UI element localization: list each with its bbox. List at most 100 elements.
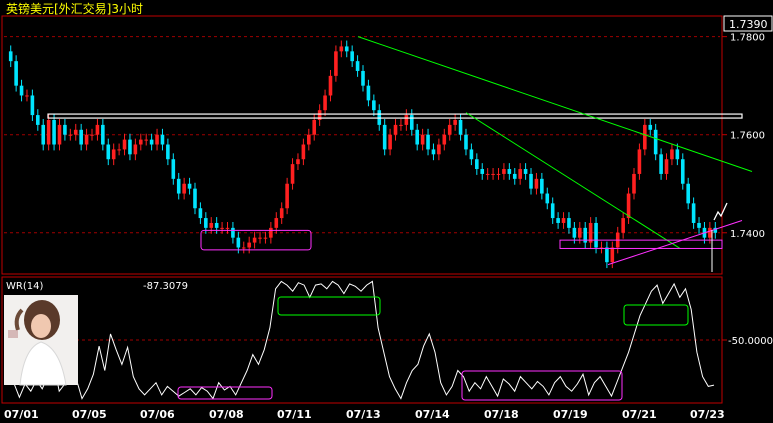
candle-body [496,173,501,175]
chart-title: 英镑美元[外汇交易]3小时 [6,1,143,16]
candle-body [334,51,338,76]
candle-body [231,227,235,238]
candle-body [68,134,73,136]
candle-body [144,139,149,141]
candle-body [366,85,371,101]
candle-body [382,124,387,150]
candle-body [128,139,132,155]
date-tick-label: 07/21 [622,408,657,421]
candle-body [431,149,436,155]
date-tick-label: 07/14 [415,408,450,421]
current-price-label: 1.7390 [729,18,768,31]
candle-body [480,169,485,174]
candle-body [63,124,67,135]
candle-body [420,134,425,145]
candle-body [14,61,18,86]
candle-body [518,169,522,179]
candle-body [540,178,544,194]
candle-body [577,227,582,238]
candle-body [475,159,479,170]
candle-body [209,222,214,228]
candle-body [323,95,327,111]
candle-body [296,159,300,165]
price-tick-label: 1.7800 [730,33,765,44]
candle-body [344,46,349,52]
indicator-value: -87.3079 [143,281,188,292]
candle-body [561,218,566,223]
candle-body [523,169,528,174]
date-tick-label: 07/18 [484,408,519,421]
candle-body [594,222,598,248]
candle-body [485,173,490,175]
candle-body [653,129,658,155]
candle-body [279,208,284,219]
candle-body [84,134,89,145]
candle-body [149,139,154,145]
candle-body [339,46,344,52]
candle-body [399,124,403,126]
date-tick-label: 07/05 [72,408,107,421]
candle-body [187,183,192,189]
candle-body [680,159,685,184]
indicator-axis: -50.0000 [722,336,773,347]
candle-body [464,134,468,150]
candle-body [512,173,517,179]
candle-body [697,222,701,228]
candle-body [8,51,13,62]
candle-body [415,129,419,145]
candle-body [41,124,46,145]
candle-body [79,129,83,145]
date-tick-label: 07/19 [553,408,588,421]
candle-body [610,247,615,263]
date-tick-label: 07/01 [4,408,39,421]
candle-body [90,134,94,136]
candle-body [176,178,181,194]
candle-body [57,124,62,145]
candle-body [605,247,609,263]
candle-body [393,124,398,135]
candle-body [285,183,289,209]
candle-body [106,144,111,160]
candle-body [664,159,669,174]
candle-body [111,149,116,160]
candle-body [138,139,143,145]
candle-body [193,188,197,209]
candle-body [122,139,127,150]
candle-body [182,183,186,194]
candle-body [686,183,690,204]
candle-body [312,119,317,135]
candle-body [447,124,452,135]
candle-body [19,85,24,96]
candle-body [220,227,224,229]
candle-body [101,124,105,145]
portrait-photo-icon [4,295,78,386]
candle-body [258,237,262,239]
candle-body [171,159,176,179]
candle-body [621,218,625,233]
candle-body [708,227,712,238]
candle-body [30,95,35,116]
candle-body [204,218,208,228]
candle-body [453,119,457,125]
candle-body [529,173,533,189]
current-price-tag: 1.7390 [723,15,773,32]
candle-body [637,149,642,174]
candle-body [458,119,463,135]
candle-body [502,169,506,174]
price-tick-label: 1.7600 [730,131,765,142]
candle-body [572,227,577,238]
candle-body [263,237,268,239]
candle-body [95,124,100,135]
date-tick-label: 07/11 [277,408,312,421]
candle-body [36,115,40,125]
candle-body [670,149,674,160]
candle-body [534,178,539,189]
candle-body [659,154,663,174]
candle-body [507,169,512,174]
candle-body [198,208,203,219]
candle-body [46,119,51,145]
date-tick-label: 07/06 [140,408,175,421]
candle-body [567,218,571,228]
candle-body [290,164,295,184]
candle-body [404,115,409,125]
